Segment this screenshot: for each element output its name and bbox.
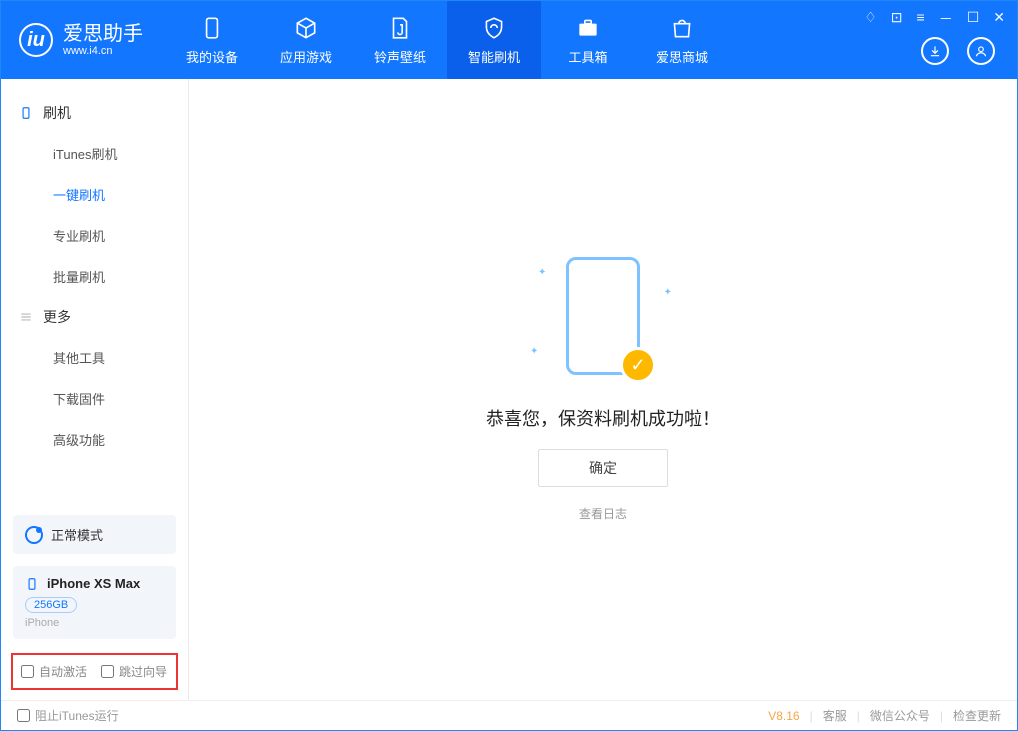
check-update-link[interactable]: 检查更新 bbox=[953, 707, 1001, 724]
logo[interactable]: iu 爱思助手 www.i4.cn bbox=[1, 23, 165, 57]
nav-toolbox[interactable]: 工具箱 bbox=[541, 1, 635, 79]
app-url: www.i4.cn bbox=[63, 45, 143, 57]
wechat-link[interactable]: 微信公众号 bbox=[870, 707, 930, 724]
titlebar-controls: ♢ ⊡ ≡ － ☐ ✕ bbox=[864, 9, 1005, 29]
minimize-button[interactable]: － bbox=[939, 9, 953, 29]
top-nav: 我的设备 应用游戏 铃声壁纸 智能刷机 工具箱 爱思商城 bbox=[165, 1, 729, 79]
sidebar-item-pro-flash[interactable]: 专业刷机 bbox=[1, 215, 188, 256]
device-box[interactable]: iPhone XS Max 256GB iPhone bbox=[13, 566, 176, 639]
nav-my-device[interactable]: 我的设备 bbox=[165, 1, 259, 79]
sidebar-item-other-tools[interactable]: 其他工具 bbox=[1, 337, 188, 378]
sidebar-item-batch-flash[interactable]: 批量刷机 bbox=[1, 256, 188, 297]
profile-button[interactable] bbox=[967, 37, 995, 65]
sidebar-group-flash: 刷机 bbox=[1, 93, 188, 133]
music-file-icon bbox=[387, 15, 413, 41]
bag-icon bbox=[669, 15, 695, 41]
mode-label: 正常模式 bbox=[51, 525, 103, 544]
sidebar-item-onekey-flash[interactable]: 一键刷机 bbox=[1, 174, 188, 215]
main-panel: ✦ ✦ ✦ ✓ 恭喜您，保资料刷机成功啦！ 确定 查看日志 bbox=[189, 79, 1017, 700]
list-icon bbox=[19, 310, 33, 324]
lock-icon[interactable]: ⊡ bbox=[891, 9, 903, 29]
download-icon bbox=[928, 44, 942, 58]
device-small-icon bbox=[25, 577, 39, 591]
menu-icon[interactable]: ≡ bbox=[917, 9, 925, 29]
version-label: V8.16 bbox=[768, 709, 799, 723]
sparkle-icon: ✦ bbox=[530, 346, 538, 357]
header: iu 爱思助手 www.i4.cn 我的设备 应用游戏 铃声壁纸 智能刷机 工具… bbox=[1, 1, 1017, 79]
nav-smart-flash[interactable]: 智能刷机 bbox=[447, 1, 541, 79]
nav-ringtones[interactable]: 铃声壁纸 bbox=[353, 1, 447, 79]
header-user-icons bbox=[921, 37, 995, 65]
auto-activate-checkbox[interactable]: 自动激活 bbox=[21, 663, 87, 680]
device-type: iPhone bbox=[25, 617, 59, 629]
skip-guide-checkbox[interactable]: 跳过向导 bbox=[101, 663, 167, 680]
success-message: 恭喜您，保资料刷机成功啦！ bbox=[486, 405, 720, 431]
customer-service-link[interactable]: 客服 bbox=[823, 707, 847, 724]
highlighted-options: 自动激活 跳过向导 bbox=[11, 653, 178, 690]
sidebar: 刷机 iTunes刷机 一键刷机 专业刷机 批量刷机 更多 其他工具 下载固件 … bbox=[1, 79, 189, 700]
shirt-icon[interactable]: ♢ bbox=[864, 9, 877, 29]
app-name: 爱思助手 bbox=[63, 23, 143, 45]
mode-box[interactable]: 正常模式 bbox=[13, 515, 176, 554]
sparkle-icon: ✦ bbox=[664, 287, 672, 298]
sidebar-item-download-firmware[interactable]: 下载固件 bbox=[1, 378, 188, 419]
phone-icon bbox=[199, 15, 225, 41]
download-button[interactable] bbox=[921, 37, 949, 65]
nav-apps-games[interactable]: 应用游戏 bbox=[259, 1, 353, 79]
user-icon bbox=[974, 44, 988, 58]
device-icon bbox=[19, 106, 33, 120]
check-badge-icon: ✓ bbox=[620, 347, 656, 383]
mode-icon bbox=[25, 526, 43, 544]
sidebar-item-advanced[interactable]: 高级功能 bbox=[1, 419, 188, 460]
logo-icon: iu bbox=[19, 23, 53, 57]
success-graphic: ✦ ✦ ✦ ✓ bbox=[538, 257, 668, 387]
ok-button[interactable]: 确定 bbox=[538, 449, 668, 487]
maximize-button[interactable]: ☐ bbox=[967, 9, 980, 29]
content-area: 刷机 iTunes刷机 一键刷机 专业刷机 批量刷机 更多 其他工具 下载固件 … bbox=[1, 79, 1017, 700]
view-log-link[interactable]: 查看日志 bbox=[579, 505, 627, 522]
sidebar-group-more: 更多 bbox=[1, 297, 188, 337]
sparkle-icon: ✦ bbox=[538, 267, 546, 278]
cube-icon bbox=[293, 15, 319, 41]
footer: 阻止iTunes运行 V8.16 | 客服 | 微信公众号 | 检查更新 bbox=[1, 700, 1017, 730]
briefcase-icon bbox=[575, 15, 601, 41]
device-storage: 256GB bbox=[25, 597, 77, 613]
close-button[interactable]: ✕ bbox=[993, 9, 1005, 29]
sidebar-item-itunes-flash[interactable]: iTunes刷机 bbox=[1, 133, 188, 174]
block-itunes-checkbox[interactable]: 阻止iTunes运行 bbox=[17, 707, 119, 724]
device-name-label: iPhone XS Max bbox=[47, 576, 140, 591]
nav-store[interactable]: 爱思商城 bbox=[635, 1, 729, 79]
shield-refresh-icon bbox=[481, 15, 507, 41]
